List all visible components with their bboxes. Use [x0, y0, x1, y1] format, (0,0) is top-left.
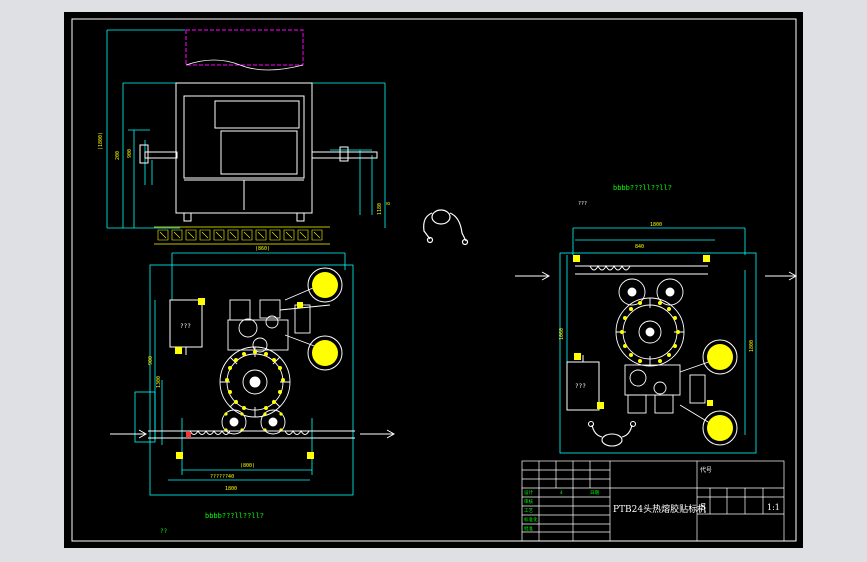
- svg-text:1800: 1800: [650, 222, 662, 228]
- svg-text:??????40: ??????40: [210, 474, 234, 480]
- svg-text:设计: 设计: [524, 489, 533, 496]
- left-plan-view: (860) 900 1300 (800) ??????40 1800 ???: [110, 246, 396, 496]
- svg-text:(800): (800): [240, 463, 255, 469]
- svg-text:1180: 1180: [377, 203, 383, 215]
- svg-text:1300: 1300: [156, 376, 162, 388]
- drawing-scale: 1:1: [767, 503, 780, 512]
- svg-text:(860): (860): [255, 246, 270, 252]
- right-view-caption: bbbb???ll??ll?: [613, 184, 672, 192]
- flow-arrow-icon: [515, 271, 798, 281]
- svg-text:批准: 批准: [524, 525, 533, 532]
- svg-text:840: 840: [635, 244, 644, 250]
- svg-text:审核: 审核: [524, 498, 533, 505]
- svg-text:1060: 1060: [559, 328, 565, 340]
- left-small-mark: ??: [160, 528, 168, 535]
- front-elevation-view: (1800) 200 900 1180 8: [98, 29, 392, 245]
- left-view-caption: bbbb???ll??ll?: [205, 512, 264, 520]
- operator-figure-icon: [423, 209, 469, 246]
- svg-text:1800: 1800: [225, 486, 237, 492]
- cad-drawing: (1800) 200 900 1180 8 (860) 900 1300 (80…: [71, 18, 798, 542]
- svg-text:标准化: 标准化: [524, 516, 538, 523]
- title-block-code-label: 代号: [700, 466, 712, 474]
- title-block: [521, 460, 785, 542]
- label-roll-icon: [307, 267, 343, 371]
- svg-text:1800: 1800: [749, 340, 755, 352]
- svg-text:200: 200: [115, 151, 121, 160]
- operator-figure-icon: [587, 420, 637, 447]
- right-unknown-box-label: ???: [575, 383, 586, 390]
- svg-text:8: 8: [386, 202, 392, 205]
- star-wheel-icon: [615, 297, 685, 367]
- svg-text:900: 900: [127, 149, 133, 158]
- sheet-border: [71, 18, 797, 542]
- right-plan-view: 1800 840 1060 1800 ???: [515, 222, 798, 454]
- svg-text:900: 900: [148, 356, 154, 365]
- svg-text:日期: 日期: [590, 490, 599, 496]
- svg-text:工艺: 工艺: [524, 508, 533, 514]
- svg-text:???: ???: [578, 201, 587, 207]
- machine-name: PTB24头热熔胶贴标机: [613, 503, 706, 515]
- star-wheel-icon: [219, 346, 291, 418]
- svg-text:4: 4: [560, 490, 563, 496]
- left-unknown-box-label: ???: [180, 323, 191, 330]
- label-roll-icon: [702, 339, 738, 446]
- svg-text:(1800): (1800): [98, 132, 104, 150]
- stage-mark: S: [700, 503, 706, 513]
